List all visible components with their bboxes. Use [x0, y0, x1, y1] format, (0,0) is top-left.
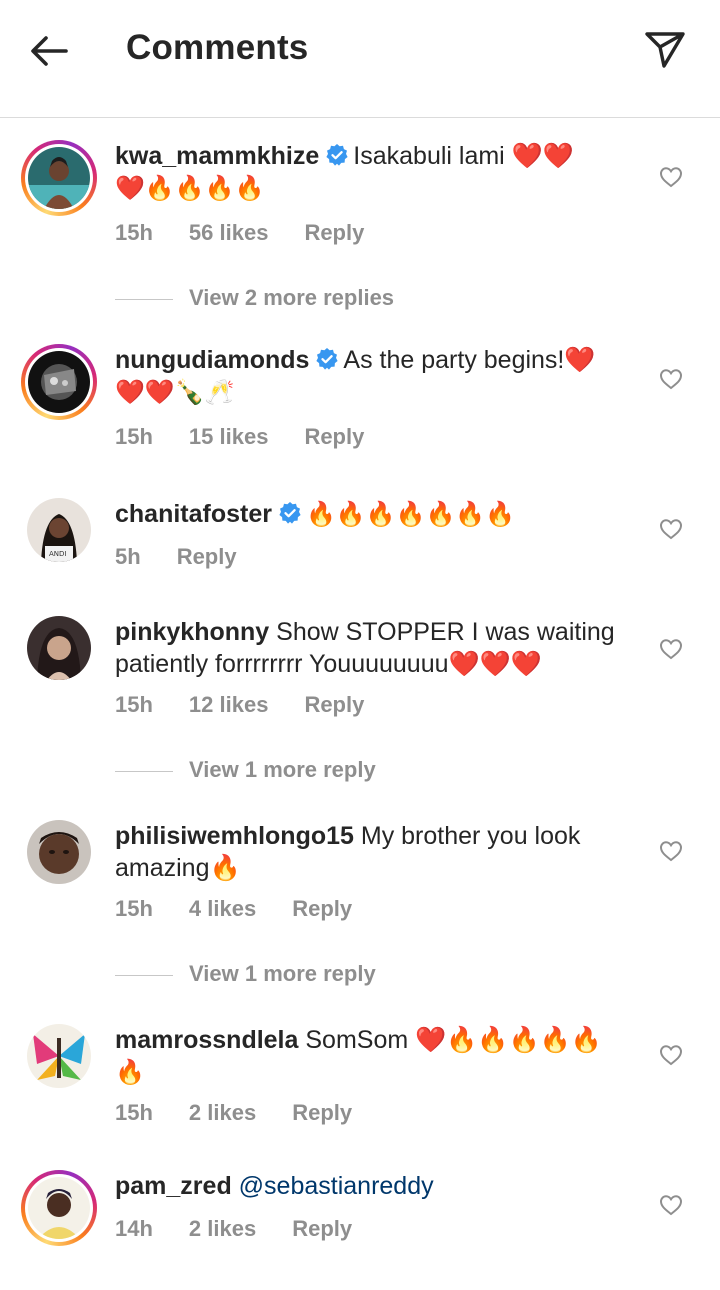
reply-button[interactable]: Reply: [304, 692, 364, 718]
comment-body-line2: ❤️🔥🔥🔥🔥: [115, 174, 265, 202]
heart-outline-icon[interactable]: [658, 516, 684, 542]
divider-line: [115, 974, 173, 976]
comment-text: nungudiamonds As the party begins!❤️ ❤️❤️…: [115, 344, 635, 408]
comment-likes[interactable]: 2 likes: [189, 1100, 256, 1126]
comment-meta: 15h 2 likes Reply: [115, 1100, 352, 1126]
comment-username[interactable]: kwa_mammkhize: [115, 142, 319, 170]
view-more-label: View 1 more reply: [189, 961, 376, 986]
comment-time: 15h: [115, 220, 153, 245]
view-more-replies[interactable]: View 1 more reply: [115, 757, 376, 783]
comment-likes[interactable]: 56 likes: [189, 220, 269, 246]
heart-outline-icon[interactable]: [658, 1192, 684, 1218]
view-more-replies[interactable]: View 2 more replies: [115, 285, 394, 311]
reply-button[interactable]: Reply: [292, 896, 352, 922]
comment-likes[interactable]: 12 likes: [189, 692, 269, 718]
comment-time: 15h: [115, 692, 153, 717]
comment-username[interactable]: pinkykhonny: [115, 618, 269, 646]
comment-text: pinkykhonny Show STOPPER I was waiting p…: [115, 616, 635, 680]
reply-button[interactable]: Reply: [292, 1216, 352, 1242]
comment-username[interactable]: philisiwemhlongo15: [115, 822, 354, 850]
header-bar: Comments: [0, 0, 720, 118]
comment-body: As the party begins!❤️: [343, 346, 596, 374]
comment-body: Show STOPPER I was waiting: [276, 618, 615, 646]
avatar[interactable]: [21, 140, 97, 216]
comment-username[interactable]: nungudiamonds: [115, 346, 309, 374]
view-more-label: View 1 more reply: [189, 757, 376, 782]
heart-outline-icon[interactable]: [658, 366, 684, 392]
divider-line: [115, 770, 173, 772]
comment-meta: 15h 56 likes Reply: [115, 220, 364, 246]
mention-link[interactable]: @sebastianreddy: [239, 1172, 434, 1200]
reply-button[interactable]: Reply: [292, 1100, 352, 1126]
comment-body: Isakabuli lami ❤️❤️: [353, 142, 574, 170]
comment-text: kwa_mammkhize Isakabuli lami ❤️❤️ ❤️🔥🔥🔥🔥: [115, 140, 635, 204]
reply-button[interactable]: Reply: [304, 424, 364, 450]
avatar[interactable]: [27, 820, 91, 884]
arrow-left-icon[interactable]: [26, 28, 72, 74]
comment-meta: 14h 2 likes Reply: [115, 1216, 352, 1242]
comment-time: 14h: [115, 1216, 153, 1241]
comment-meta: 15h 12 likes Reply: [115, 692, 364, 718]
avatar[interactable]: ANDI: [27, 498, 91, 562]
comment-username[interactable]: mamrossndlela: [115, 1026, 298, 1054]
heart-outline-icon[interactable]: [658, 636, 684, 662]
page-title: Comments: [126, 28, 309, 67]
comment-text: chanitafoster 🔥🔥🔥🔥🔥🔥🔥: [115, 498, 635, 530]
avatar[interactable]: [27, 1024, 91, 1088]
reply-button[interactable]: Reply: [177, 544, 237, 570]
comment-time: 15h: [115, 424, 153, 449]
comment-body: 🔥🔥🔥🔥🔥🔥🔥: [305, 500, 516, 528]
comment-meta: 5h Reply: [115, 544, 237, 570]
divider-line: [115, 298, 173, 300]
heart-outline-icon[interactable]: [658, 164, 684, 190]
comment-body-line2: patiently forrrrrrrr Youuuuuuuu❤️❤️❤️: [115, 650, 542, 678]
avatar[interactable]: [21, 1170, 97, 1246]
paper-plane-icon[interactable]: [642, 26, 688, 72]
comment-likes[interactable]: 15 likes: [189, 424, 269, 450]
comment-time: 5h: [115, 544, 141, 569]
heart-outline-icon[interactable]: [658, 1042, 684, 1068]
verified-badge-icon: [316, 348, 339, 370]
heart-outline-icon[interactable]: [658, 838, 684, 864]
comment-body-line2: ❤️❤️🍾🥂: [115, 378, 235, 406]
comment-username[interactable]: pam_zred: [115, 1172, 232, 1200]
comment-text: pam_zred @sebastianreddy: [115, 1170, 635, 1202]
svg-text:ANDI: ANDI: [49, 550, 66, 558]
comment-username[interactable]: chanitafoster: [115, 500, 272, 528]
comment-time: 15h: [115, 896, 153, 921]
comment-meta: 15h 15 likes Reply: [115, 424, 364, 450]
verified-badge-icon: [279, 502, 301, 524]
avatar[interactable]: [27, 616, 91, 680]
avatar[interactable]: [21, 344, 97, 420]
comment-text: mamrossndlela SomSom ❤️🔥🔥🔥🔥🔥 🔥: [115, 1024, 635, 1088]
comment-body-line2: 🔥: [115, 1058, 145, 1086]
reply-button[interactable]: Reply: [304, 220, 364, 246]
comment-body: My brother you look: [360, 822, 581, 850]
comment-time: 15h: [115, 1100, 153, 1125]
comment-body: SomSom ❤️🔥🔥🔥🔥🔥: [305, 1026, 602, 1054]
view-more-label: View 2 more replies: [189, 285, 395, 310]
verified-badge-icon: [326, 144, 348, 166]
comment-meta: 15h 4 likes Reply: [115, 896, 352, 922]
comment-likes[interactable]: 2 likes: [189, 1216, 256, 1242]
comment-body-line2: amazing🔥: [115, 854, 241, 882]
comment-likes[interactable]: 4 likes: [189, 896, 256, 922]
view-more-replies[interactable]: View 1 more reply: [115, 961, 376, 987]
comment-text: philisiwemhlongo15 My brother you look a…: [115, 820, 635, 884]
